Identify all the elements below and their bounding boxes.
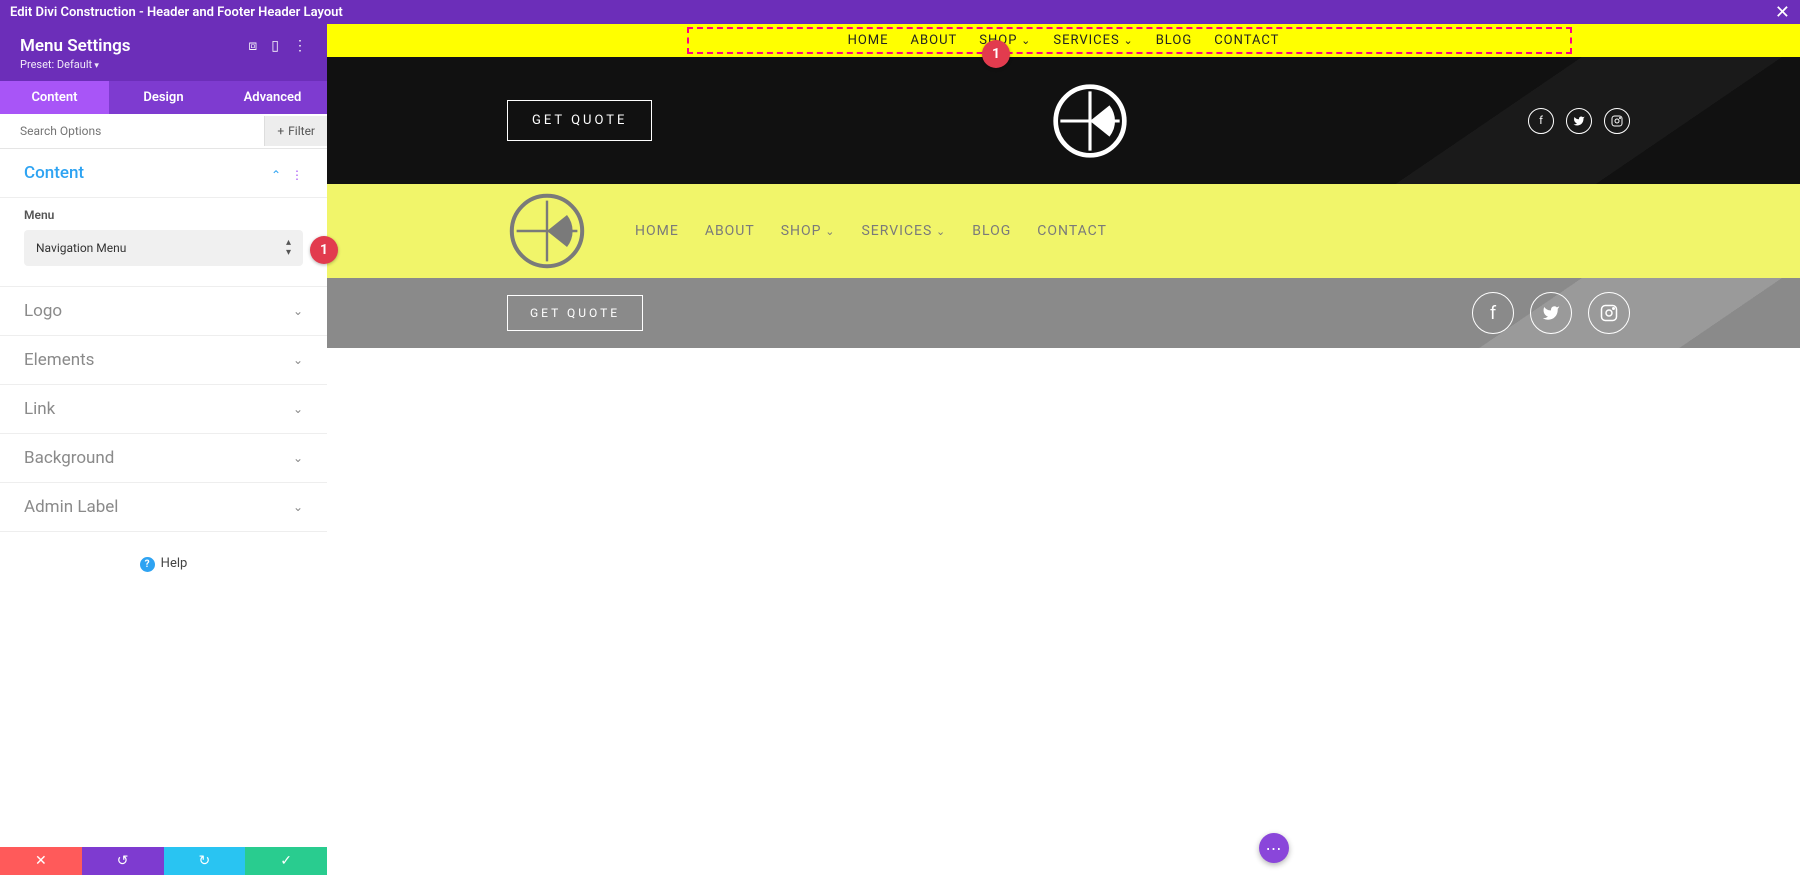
chevron-down-icon: ⌄ [293, 353, 303, 367]
nav2-blog[interactable]: BLOG [972, 223, 1011, 239]
filter-button[interactable]: + Filter [264, 116, 327, 146]
top-nav-menu: HOME ABOUT SHOP SERVICES BLOG CONTACT [327, 24, 1800, 57]
facebook-icon[interactable]: f [1528, 108, 1554, 134]
section-content[interactable]: Content ⌃⋮ [0, 149, 327, 198]
chevron-down-icon: ⌄ [293, 451, 303, 465]
chevron-up-icon: ⌃ [271, 168, 281, 182]
instagram-icon[interactable] [1588, 292, 1630, 334]
nav2-shop[interactable]: SHOP [781, 223, 836, 239]
logo-grey [507, 191, 587, 271]
nav2-home[interactable]: HOME [635, 223, 679, 239]
annotation-badge-2: 1 [310, 236, 338, 264]
get-quote-button[interactable]: GET QUOTE [507, 100, 652, 141]
nav1-contact[interactable]: CONTACT [1214, 33, 1279, 48]
preview-canvas: HOME ABOUT SHOP SERVICES BLOG CONTACT GE… [327, 24, 1800, 875]
help-row[interactable]: ?Help [0, 532, 327, 596]
secondary-nav-bar: HOME ABOUT SHOP SERVICES BLOG CONTACT [327, 184, 1800, 278]
logo-white [1051, 82, 1129, 160]
sidebar-header: Menu Settings Preset: Default ⧈ ▯ ⋮ [0, 24, 327, 81]
tab-design[interactable]: Design [109, 81, 218, 114]
twitter-icon[interactable] [1566, 108, 1592, 134]
sidebar-footer: ✕ ↺ ↻ ✓ [0, 847, 327, 875]
select-chevron-icon: ▴▾ [286, 238, 291, 258]
cancel-button[interactable]: ✕ [0, 847, 82, 875]
nav2-services[interactable]: SERVICES [861, 223, 946, 239]
save-button[interactable]: ✓ [245, 847, 327, 875]
section-more-icon[interactable]: ⋮ [291, 168, 303, 182]
undo-button[interactable]: ↺ [82, 847, 164, 875]
nav2-links: HOME ABOUT SHOP SERVICES BLOG CONTACT [635, 223, 1107, 239]
divi-fab-button[interactable]: ⋯ [1259, 833, 1289, 863]
nav1-services[interactable]: SERVICES [1053, 33, 1133, 48]
annotation-badge-1: 1 [982, 40, 1010, 68]
search-input[interactable] [0, 114, 264, 148]
settings-tabs: Content Design Advanced [0, 81, 327, 114]
chevron-down-icon: ⌄ [293, 304, 303, 318]
section-admin-label[interactable]: Admin Label ⌄ [0, 483, 327, 532]
more-icon[interactable]: ⋮ [293, 38, 307, 54]
nav2-contact[interactable]: CONTACT [1037, 223, 1107, 239]
redo-button[interactable]: ↻ [164, 847, 246, 875]
tab-advanced[interactable]: Advanced [218, 81, 327, 114]
plus-icon: + [277, 124, 284, 138]
chevron-down-icon: ⌄ [293, 402, 303, 416]
tab-content[interactable]: Content [0, 81, 109, 114]
nav1-about[interactable]: ABOUT [911, 33, 958, 48]
hover-icon[interactable]: ⧈ [248, 38, 257, 54]
nav1-blog[interactable]: BLOG [1156, 33, 1193, 48]
chevron-down-icon: ⌄ [293, 500, 303, 514]
instagram-icon[interactable] [1604, 108, 1630, 134]
menu-select[interactable]: Navigation Menu ▴▾ 1 [24, 230, 303, 266]
twitter-icon[interactable] [1530, 292, 1572, 334]
section-background[interactable]: Background ⌄ [0, 434, 327, 483]
dark-header-bar: GET QUOTE f [327, 57, 1800, 184]
help-icon: ? [140, 557, 155, 572]
social-row-grey: f [1472, 292, 1630, 334]
section-elements[interactable]: Elements ⌄ [0, 336, 327, 385]
preset-selector[interactable]: Preset: Default [20, 58, 131, 71]
section-link[interactable]: Link ⌄ [0, 385, 327, 434]
responsive-icon[interactable]: ▯ [271, 38, 279, 54]
close-icon[interactable]: ✕ [1775, 2, 1790, 23]
get-quote-button-2[interactable]: GET QUOTE [507, 295, 643, 331]
section-logo[interactable]: Logo ⌄ [0, 287, 327, 336]
search-row: + Filter [0, 114, 327, 149]
editor-titlebar: Edit Divi Construction - Header and Foot… [0, 0, 1800, 24]
facebook-icon[interactable]: f [1472, 292, 1514, 334]
editor-title: Edit Divi Construction - Header and Foot… [10, 5, 343, 20]
nav1-home[interactable]: HOME [848, 33, 889, 48]
social-row-dark: f [1528, 108, 1630, 134]
menu-field-label: Menu [24, 208, 303, 222]
nav2-about[interactable]: ABOUT [705, 223, 755, 239]
settings-sidebar: Menu Settings Preset: Default ⧈ ▯ ⋮ Cont… [0, 24, 327, 875]
menu-field: Menu Navigation Menu ▴▾ 1 [0, 198, 327, 287]
grey-header-bar: GET QUOTE f [327, 278, 1800, 348]
sidebar-title: Menu Settings [20, 36, 131, 56]
